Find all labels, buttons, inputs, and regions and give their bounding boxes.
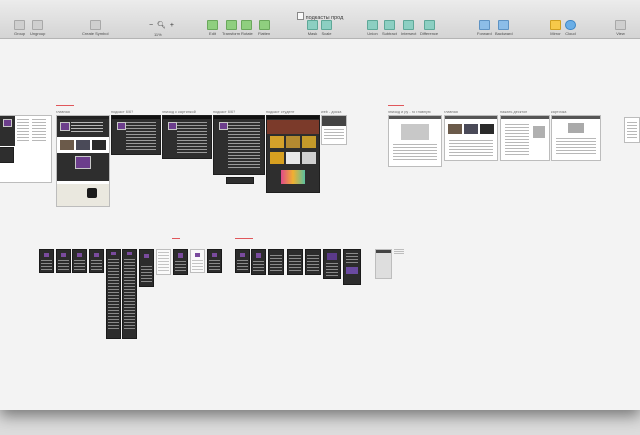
- artboard-label[interactable]: эпизод с картинкой: [162, 110, 196, 114]
- view-button[interactable]: View: [615, 20, 626, 36]
- transform-button[interactable]: Transform: [222, 20, 240, 36]
- mobile-artboard[interactable]: [39, 249, 54, 273]
- artboard[interactable]: [266, 115, 320, 193]
- mobile-artboard[interactable]: [235, 249, 250, 273]
- app-window: подкасты прод Group Ungroup Create Symbo…: [0, 0, 640, 410]
- rotate-button[interactable]: Rotate: [241, 20, 253, 36]
- backward-button[interactable]: Backward: [495, 20, 513, 36]
- zoom-in-button[interactable]: +: [170, 22, 174, 29]
- mobile-artboard[interactable]: [190, 249, 205, 273]
- mobile-artboard[interactable]: [173, 249, 188, 275]
- artboard-label[interactable]: главная: [56, 110, 70, 114]
- union-button[interactable]: Union: [367, 20, 378, 36]
- intersect-icon: [403, 20, 415, 30]
- rotate-icon: [241, 20, 253, 30]
- scale-icon: [321, 20, 332, 30]
- forward-icon: [478, 20, 490, 30]
- artboard-label[interactable]: главная: [444, 110, 458, 114]
- artboard[interactable]: [56, 115, 110, 207]
- mobile-artboard[interactable]: [268, 249, 284, 275]
- edit-button[interactable]: Edit: [207, 20, 218, 36]
- zoom-out-button[interactable]: −: [149, 22, 153, 29]
- difference-button[interactable]: Difference: [420, 20, 438, 36]
- mobile-artboard[interactable]: [72, 249, 87, 273]
- transform-icon: [225, 20, 237, 30]
- artboard-label[interactable]: web - доска: [321, 110, 341, 114]
- scale-button[interactable]: Scale: [321, 20, 332, 36]
- artboard[interactable]: [500, 115, 550, 161]
- subtract-icon: [383, 20, 395, 30]
- mobile-artboard[interactable]: [375, 249, 392, 279]
- artboard-label[interactable]: эпизод и ру - го главную: [388, 110, 431, 114]
- ungroup-icon: [32, 20, 44, 30]
- mobile-artboard[interactable]: [122, 249, 137, 339]
- artboard[interactable]: [624, 117, 640, 143]
- intersect-button[interactable]: Intersect: [401, 20, 416, 36]
- subtract-button[interactable]: Subtract: [382, 20, 397, 36]
- artboard[interactable]: [162, 115, 212, 159]
- mobile-artboard[interactable]: [287, 249, 303, 275]
- artboard[interactable]: [321, 115, 347, 145]
- artboard[interactable]: [111, 115, 161, 155]
- mobile-artboard[interactable]: [323, 249, 341, 279]
- annotation-mark: [172, 238, 180, 239]
- artboard[interactable]: [551, 115, 601, 161]
- mobile-artboard[interactable]: [56, 249, 71, 273]
- group-button[interactable]: Group: [14, 20, 25, 36]
- mobile-artboard[interactable]: [343, 249, 361, 285]
- toolbar: подкасты прод Group Ungroup Create Symbo…: [0, 0, 640, 39]
- mask-button[interactable]: Mask: [307, 20, 318, 36]
- magnifier-icon: 🔍︎: [157, 22, 166, 29]
- mask-icon: [307, 20, 318, 30]
- artboard-label[interactable]: подкаст студент: [266, 110, 294, 114]
- design-canvas[interactable]: главная подкаст 6/6? эпизод с картинкой …: [0, 39, 640, 410]
- artboard[interactable]: [0, 147, 14, 163]
- mobile-artboard[interactable]: [156, 249, 171, 275]
- text-note: [394, 249, 404, 255]
- cloud-icon: [565, 20, 576, 30]
- mobile-artboard[interactable]: [139, 249, 154, 287]
- artboard-label[interactable]: подкаст 6/6?: [213, 110, 235, 114]
- zoom-level: 11%: [154, 32, 162, 37]
- flatten-icon: [258, 20, 270, 30]
- ungroup-button[interactable]: Ungroup: [30, 20, 45, 36]
- annotation-mark: [56, 105, 74, 106]
- artboard[interactable]: [226, 177, 254, 184]
- zoom-control: − 🔍︎ +: [149, 21, 176, 29]
- annotation-mark: [388, 105, 404, 106]
- artboard-label[interactable]: карточка: [551, 110, 566, 114]
- artboard[interactable]: [388, 115, 442, 167]
- mirror-icon: [550, 20, 561, 30]
- mobile-artboard[interactable]: [106, 249, 121, 339]
- artboard[interactable]: [213, 115, 265, 175]
- union-icon: [367, 20, 378, 30]
- forward-button[interactable]: Forward: [477, 20, 492, 36]
- artboard-label[interactable]: нажать десктоп: [500, 110, 527, 114]
- artboard-label[interactable]: подкаст 6/6?: [111, 110, 133, 114]
- artboard[interactable]: [444, 115, 498, 161]
- mobile-artboard[interactable]: [305, 249, 321, 275]
- group-icon: [14, 20, 26, 30]
- create-symbol-button[interactable]: Create Symbol: [82, 20, 108, 36]
- difference-icon: [423, 20, 435, 30]
- mobile-artboard[interactable]: [89, 249, 104, 273]
- annotation-mark: [235, 238, 253, 239]
- document-icon: [296, 12, 304, 20]
- mobile-artboard[interactable]: [251, 249, 266, 275]
- mirror-button[interactable]: Mirror: [550, 20, 561, 36]
- flatten-button[interactable]: Flatten: [258, 20, 270, 36]
- symbol-icon: [89, 20, 101, 30]
- view-icon: [615, 20, 626, 30]
- mobile-artboard[interactable]: [207, 249, 222, 273]
- cloud-button[interactable]: Cloud: [565, 20, 576, 36]
- edit-icon: [207, 20, 218, 30]
- backward-icon: [498, 20, 510, 30]
